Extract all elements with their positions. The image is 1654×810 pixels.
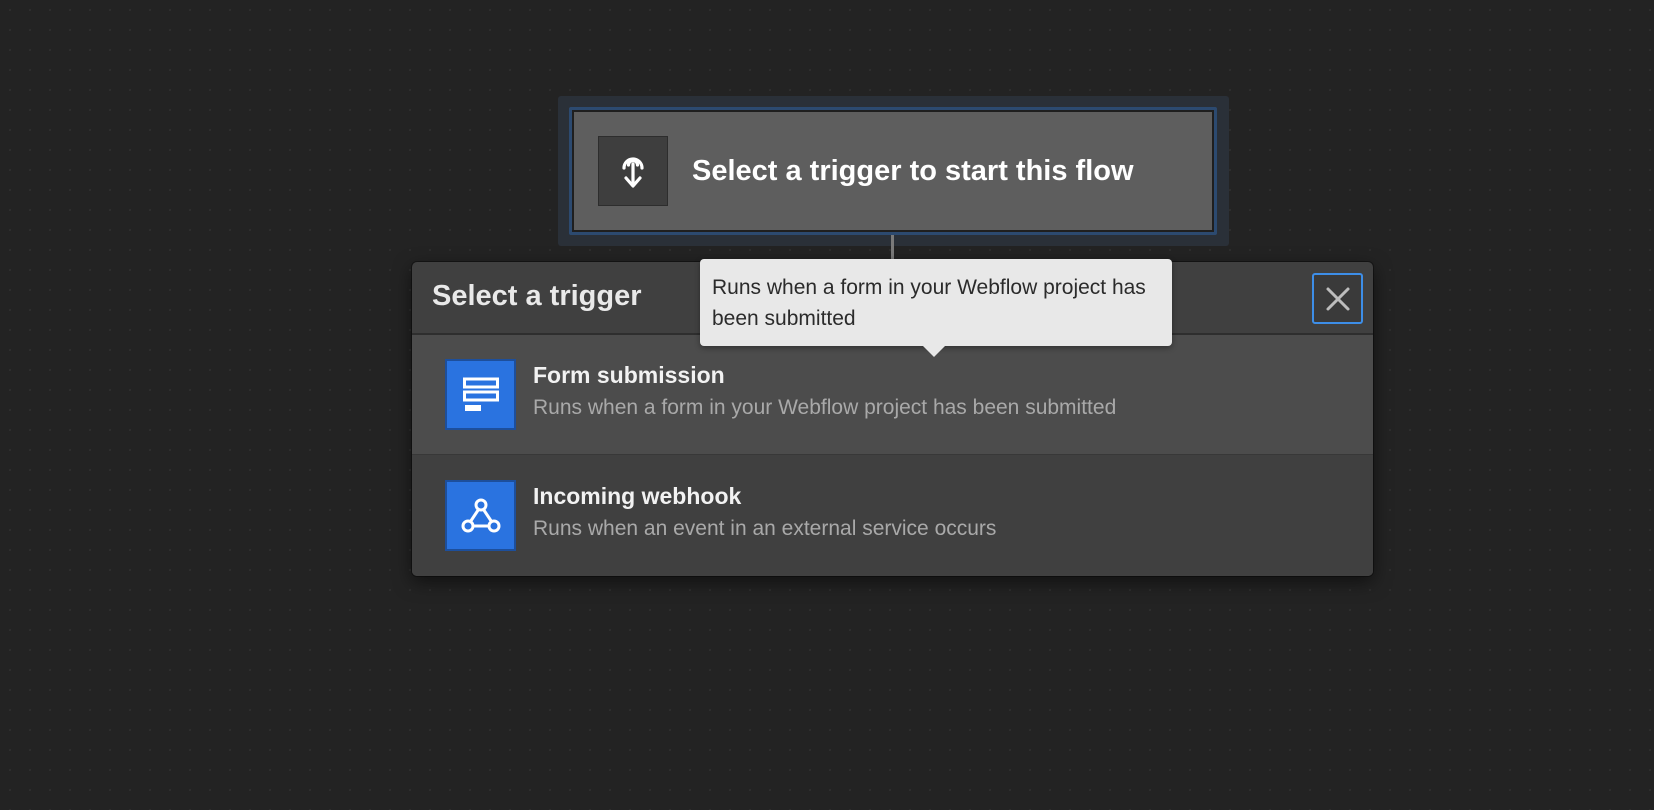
- tooltip: Runs when a form in your Webflow project…: [700, 259, 1172, 346]
- option-title: Form submission: [533, 362, 725, 388]
- trigger-node[interactable]: Select a trigger to start this flow: [569, 107, 1217, 235]
- trigger-placeholder-icon: [598, 136, 668, 206]
- option-description: Runs when an event in an external servic…: [533, 517, 997, 540]
- panel-title: Select a trigger: [432, 280, 642, 312]
- webhook-icon: [445, 480, 516, 551]
- tooltip-arrow: [922, 345, 946, 357]
- close-button[interactable]: [1312, 273, 1363, 324]
- trigger-node-body[interactable]: Select a trigger to start this flow: [574, 112, 1212, 230]
- form-icon: [445, 359, 516, 430]
- trigger-option-incoming-webhook[interactable]: Incoming webhook Runs when an event in a…: [412, 456, 1373, 576]
- trigger-node-title: Select a trigger to start this flow: [692, 154, 1134, 187]
- trigger-option-form-submission[interactable]: Form submission Runs when a form in your…: [412, 335, 1373, 455]
- option-description: Runs when a form in your Webflow project…: [533, 396, 1117, 419]
- close-icon: [1326, 287, 1349, 310]
- option-title: Incoming webhook: [533, 483, 742, 509]
